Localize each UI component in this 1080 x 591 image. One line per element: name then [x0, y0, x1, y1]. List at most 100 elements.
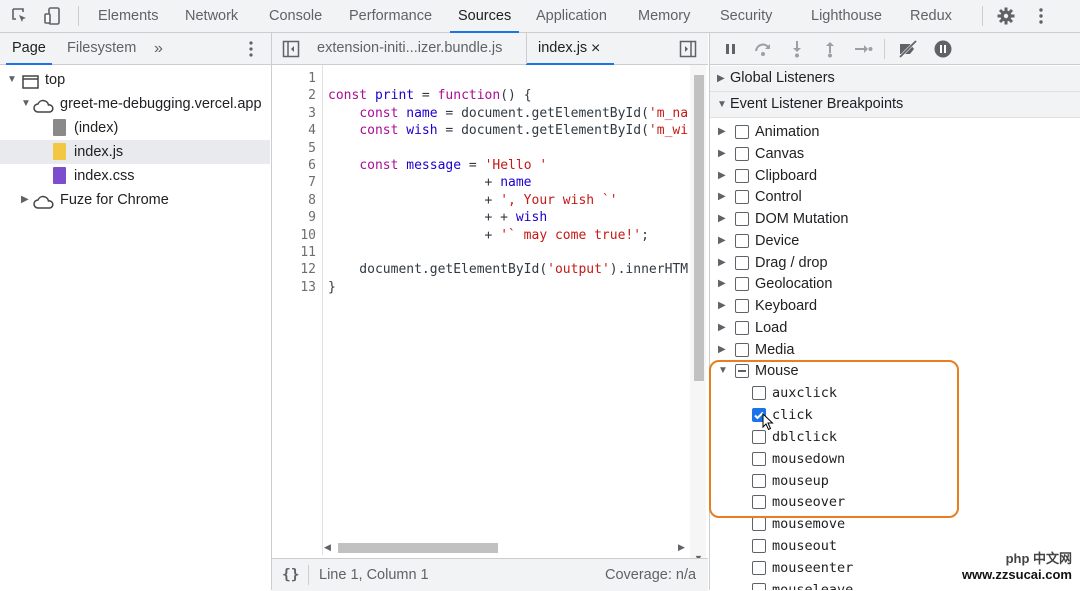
breakpoint-category[interactable]: ▶ Load	[710, 317, 1080, 339]
deactivate-breakpoints-icon[interactable]	[897, 39, 918, 59]
collapse-triangle-icon[interactable]: ▶	[718, 230, 726, 252]
collapse-triangle-icon[interactable]: ▶	[718, 143, 726, 165]
category-checkbox[interactable]	[735, 343, 749, 357]
scrollbar-thumb[interactable]	[338, 543, 498, 553]
tab-lighthouse[interactable]: Lighthouse	[811, 0, 882, 32]
more-tabs-icon[interactable]: »	[154, 33, 163, 64]
tab-security[interactable]: Security	[720, 0, 772, 32]
step-icon[interactable]	[853, 39, 873, 59]
step-into-icon[interactable]	[787, 39, 807, 59]
collapse-triangle-icon[interactable]: ▶	[21, 188, 29, 212]
tab-filesystem[interactable]: Filesystem	[67, 33, 136, 64]
tab-elements[interactable]: Elements	[98, 0, 158, 32]
category-checkbox[interactable]	[735, 277, 749, 291]
tab-application[interactable]: Application	[536, 0, 607, 32]
collapse-triangle-icon[interactable]: ▶	[718, 339, 726, 361]
breakpoint-category[interactable]: ▶ Clipboard	[710, 165, 1080, 187]
event-checkbox[interactable]	[752, 583, 766, 590]
tree-item-file-selected[interactable]: index.js	[0, 140, 270, 164]
category-checkbox[interactable]	[735, 190, 749, 204]
line-number[interactable]: 13	[276, 279, 316, 296]
toggle-navigator-icon[interactable]	[282, 40, 300, 61]
breakpoint-category[interactable]: ▶ Control	[710, 186, 1080, 208]
collapse-triangle-icon[interactable]: ▶	[718, 295, 726, 317]
line-number[interactable]: 3	[276, 105, 316, 122]
step-over-icon[interactable]	[753, 39, 773, 59]
pause-icon[interactable]	[721, 39, 741, 59]
line-number[interactable]: 4	[276, 122, 316, 139]
breakpoint-category[interactable]: ▶ Geolocation	[710, 273, 1080, 295]
toggle-debugger-icon[interactable]	[679, 40, 697, 61]
tree-item-domain[interactable]: ▼ greet-me-debugging.vercel.app	[0, 92, 270, 116]
event-checkbox[interactable]	[752, 517, 766, 531]
tab-page[interactable]: Page	[6, 33, 52, 65]
breakpoint-category[interactable]: ▶ Media	[710, 339, 1080, 361]
tree-item-file[interactable]: index.css	[0, 164, 270, 188]
breakpoint-category[interactable]: ▶ Canvas	[710, 143, 1080, 165]
line-number[interactable]: 5	[276, 140, 316, 157]
collapse-triangle-icon[interactable]: ▶	[718, 208, 726, 230]
line-number[interactable]: 6	[276, 157, 316, 174]
expand-triangle-icon[interactable]: ▼	[7, 68, 17, 92]
breakpoint-category[interactable]: ▶ Drag / drop	[710, 252, 1080, 274]
navigator-menu-icon[interactable]	[243, 39, 259, 62]
pretty-print-icon[interactable]: {}	[282, 559, 299, 591]
horizontal-scrollbar[interactable]: ◀ ▶	[322, 540, 692, 556]
tab-console[interactable]: Console	[269, 0, 322, 32]
category-checkbox[interactable]	[735, 321, 749, 335]
breakpoint-category[interactable]: ▶ Animation	[710, 121, 1080, 143]
line-number[interactable]: 1	[276, 70, 316, 87]
line-number[interactable]: 11	[276, 244, 316, 261]
category-checkbox[interactable]	[735, 125, 749, 139]
collapse-triangle-icon[interactable]: ▶	[718, 186, 726, 208]
tab-redux[interactable]: Redux	[910, 0, 952, 32]
category-checkbox[interactable]	[735, 212, 749, 226]
tree-item-file[interactable]: (index)	[0, 116, 270, 140]
collapse-triangle-icon[interactable]: ▶	[718, 273, 726, 295]
scroll-left-arrow-icon[interactable]: ◀	[324, 542, 331, 553]
category-checkbox[interactable]	[735, 169, 749, 183]
line-number[interactable]: 9	[276, 209, 316, 226]
editor-tab[interactable]: extension-initi...izer.bundle.js	[317, 33, 502, 64]
step-out-icon[interactable]	[820, 39, 840, 59]
tree-item-top[interactable]: ▼ top	[0, 68, 270, 92]
category-checkbox[interactable]	[735, 299, 749, 313]
event-checkbox[interactable]	[752, 539, 766, 553]
tab-memory[interactable]: Memory	[638, 0, 690, 32]
tab-performance[interactable]: Performance	[349, 0, 432, 32]
global-listeners-header[interactable]: ▶ Global Listeners	[710, 66, 1080, 92]
tab-sources[interactable]: Sources	[449, 0, 520, 33]
more-options-icon[interactable]	[1031, 6, 1051, 26]
category-checkbox[interactable]	[735, 147, 749, 161]
code-area[interactable]: const print = function() { const name = …	[328, 65, 692, 555]
expand-triangle-icon[interactable]: ▼	[21, 92, 31, 116]
event-checkbox[interactable]	[752, 561, 766, 575]
breakpoint-category[interactable]: ▶ Device	[710, 230, 1080, 252]
line-number[interactable]: 7	[276, 174, 316, 191]
expand-triangle-icon[interactable]: ▼	[717, 92, 727, 117]
category-checkbox[interactable]	[735, 256, 749, 270]
line-number[interactable]: 10	[276, 227, 316, 244]
line-number[interactable]: 2	[276, 87, 316, 104]
collapse-triangle-icon[interactable]: ▶	[718, 317, 726, 339]
collapse-triangle-icon[interactable]: ▶	[718, 252, 726, 274]
device-toolbar-icon[interactable]	[43, 6, 63, 26]
close-tab-icon[interactable]: ×	[591, 33, 600, 64]
category-checkbox[interactable]	[735, 234, 749, 248]
collapse-triangle-icon[interactable]: ▶	[718, 165, 726, 187]
collapse-triangle-icon[interactable]: ▶	[718, 121, 726, 143]
scrollbar-thumb[interactable]	[694, 75, 704, 381]
vertical-scrollbar[interactable]: ▼	[690, 65, 706, 563]
collapse-triangle-icon[interactable]: ▶	[717, 66, 725, 91]
inspect-element-icon[interactable]	[10, 6, 30, 26]
tree-item-extension[interactable]: ▶ Fuze for Chrome	[0, 188, 270, 212]
editor-tab-active[interactable]: index.js	[538, 33, 587, 64]
line-number[interactable]: 12	[276, 261, 316, 278]
scroll-right-arrow-icon[interactable]: ▶	[678, 542, 685, 553]
line-number[interactable]: 8	[276, 192, 316, 209]
breakpoint-category[interactable]: ▶ Keyboard	[710, 295, 1080, 317]
tab-network[interactable]: Network	[185, 0, 238, 32]
pause-on-exceptions-icon[interactable]	[933, 39, 953, 59]
gear-icon[interactable]	[996, 6, 1016, 26]
breakpoint-category[interactable]: ▶ DOM Mutation	[710, 208, 1080, 230]
